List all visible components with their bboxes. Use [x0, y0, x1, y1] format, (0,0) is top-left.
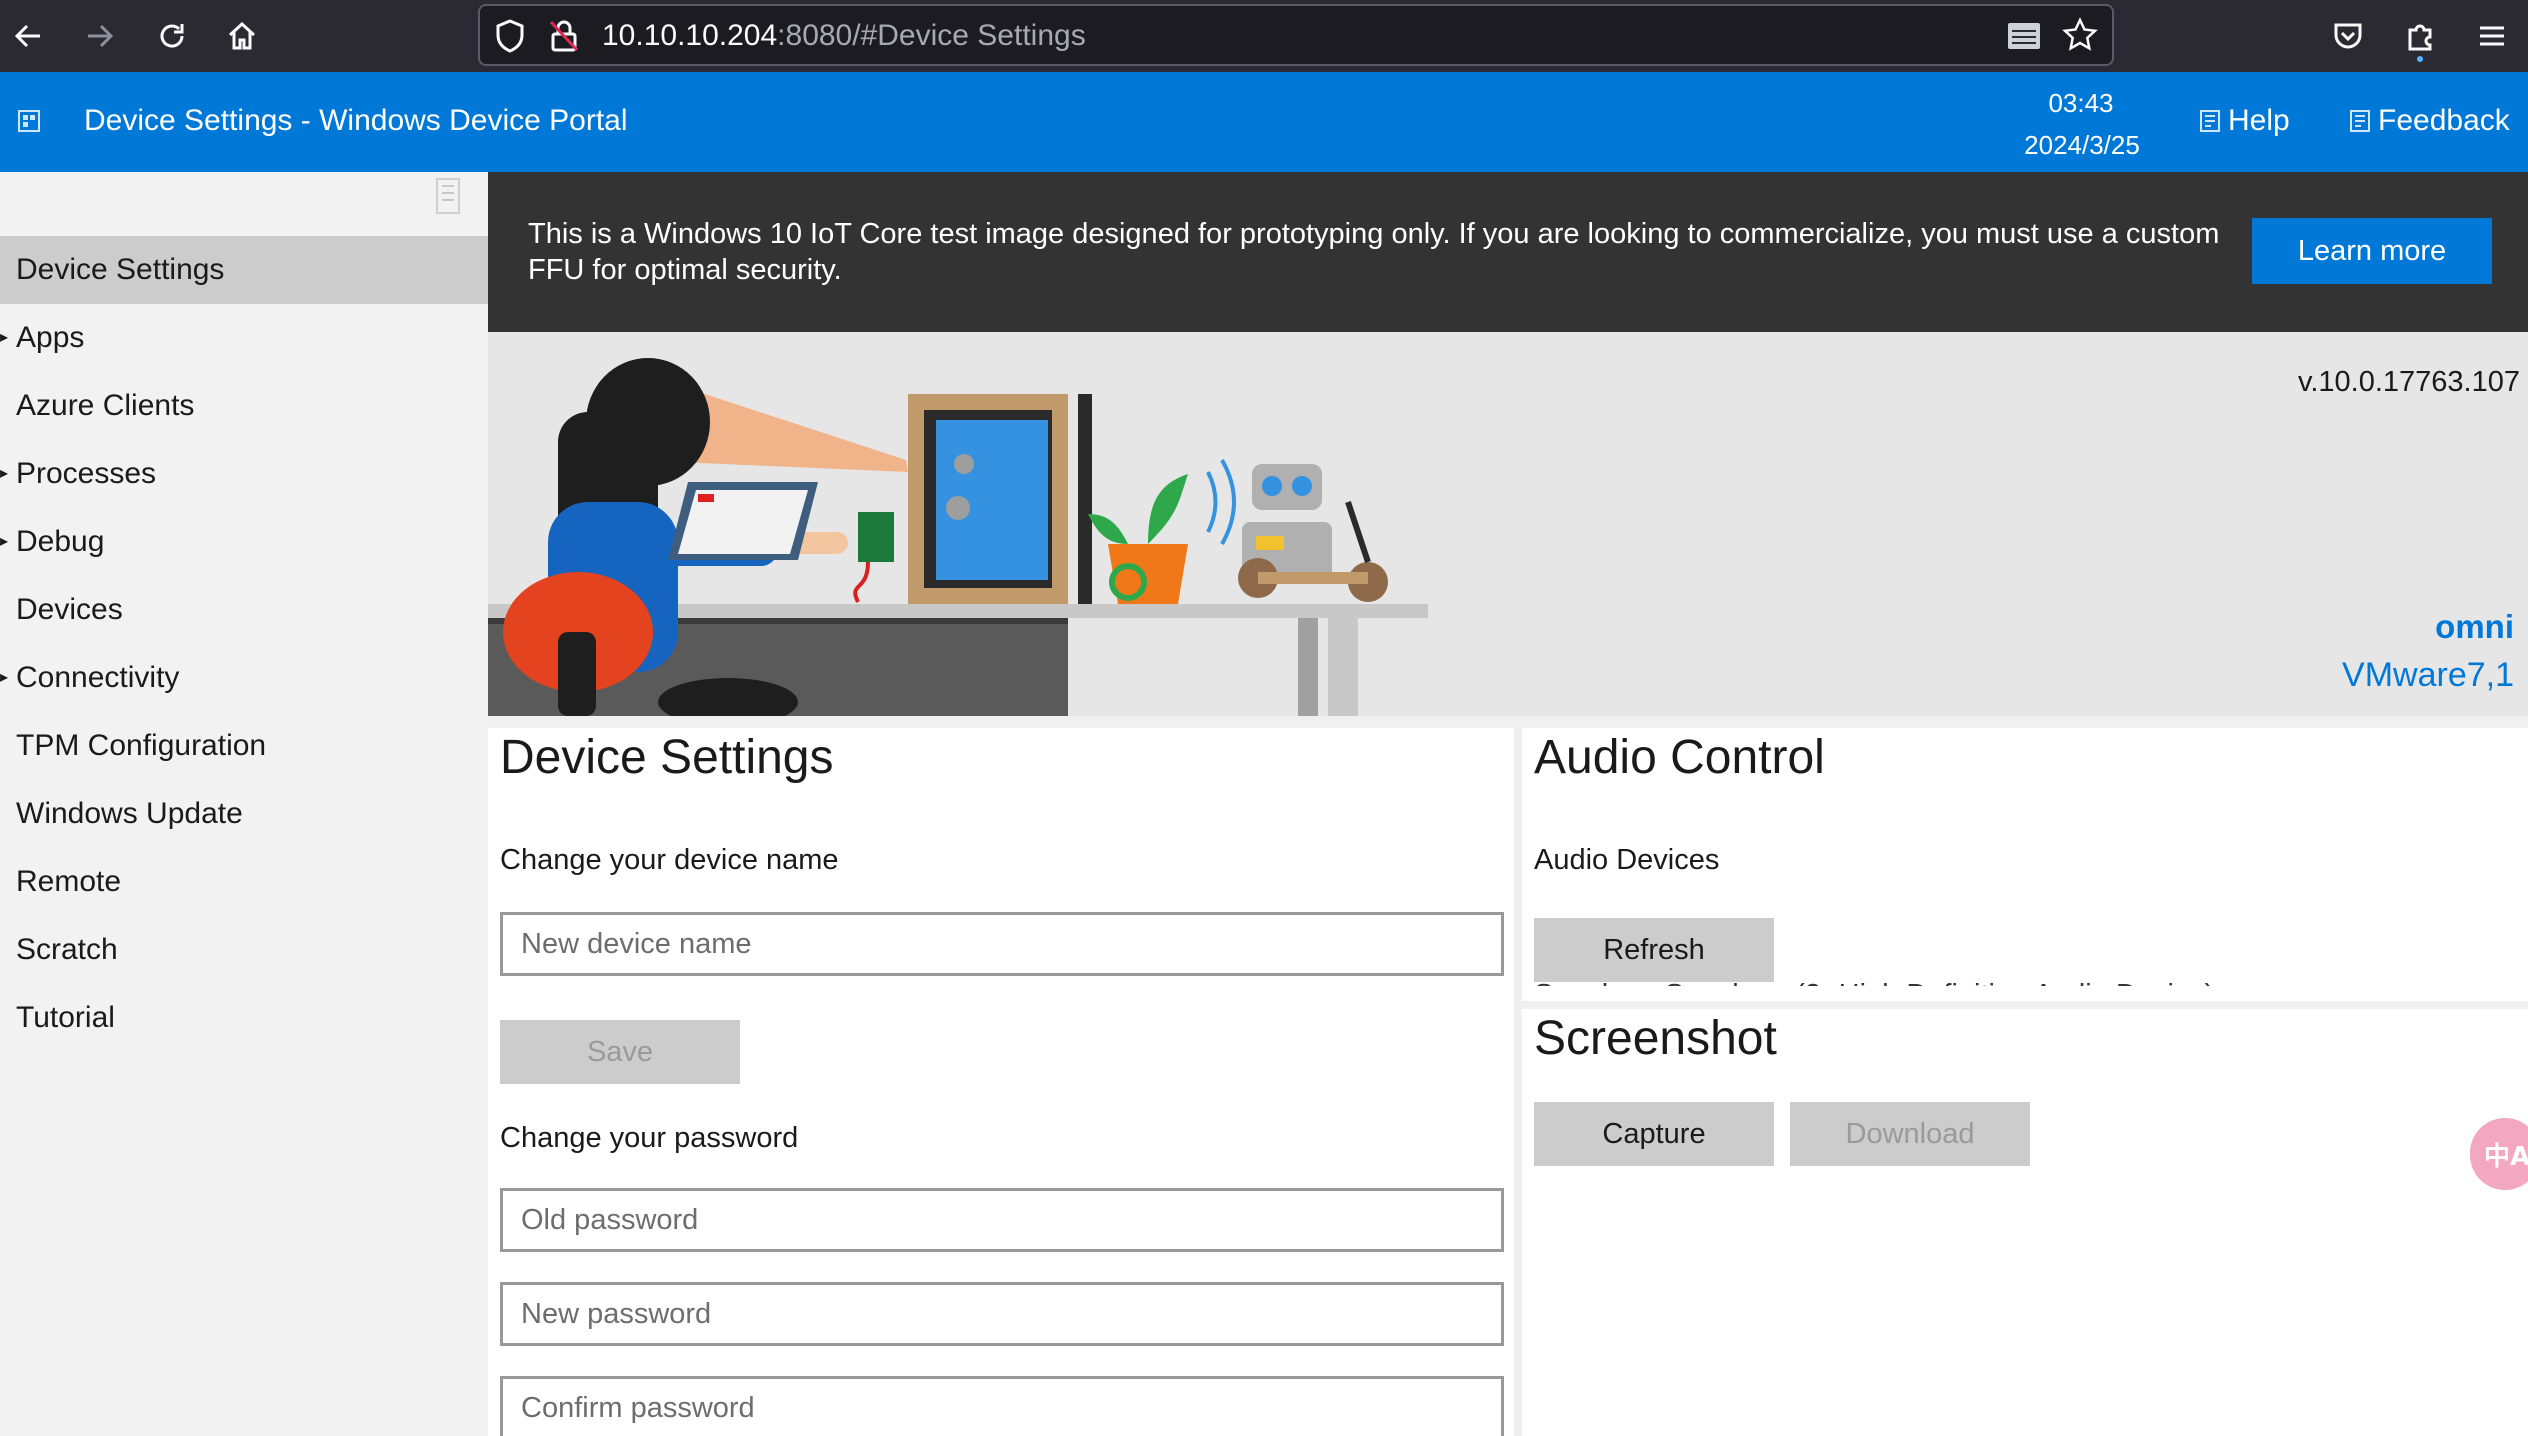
bookmark-star-icon[interactable]	[2062, 17, 2098, 53]
header-time: 03:43	[2048, 88, 2114, 118]
sidebar-item-label: Windows Update	[16, 797, 243, 830]
device-model: VMware7,1	[2342, 656, 2514, 694]
app-logo-icon	[18, 110, 40, 132]
new-password-input[interactable]	[500, 1282, 1504, 1346]
browser-toolbar: 10.10.10.204:8080/#Device Settings	[0, 0, 2528, 72]
sidebar-item-devices[interactable]: Devices	[0, 576, 488, 644]
reload-icon	[160, 24, 184, 48]
menu-button[interactable]	[2470, 14, 2514, 58]
device-name: omni	[2435, 608, 2514, 645]
save-button[interactable]: Save	[500, 1020, 740, 1084]
learn-more-button[interactable]: Learn more	[2252, 218, 2492, 284]
sidebar-item-scratch[interactable]: Scratch	[0, 916, 488, 984]
old-password-input[interactable]	[500, 1188, 1504, 1252]
back-arrow-icon	[14, 24, 40, 48]
reload-button[interactable]	[150, 14, 194, 58]
home-button[interactable]	[220, 14, 264, 58]
device-name-input[interactable]	[500, 912, 1504, 976]
shield-icon[interactable]	[494, 19, 526, 53]
download-button[interactable]: Download	[1790, 1102, 2030, 1166]
feedback-icon	[2350, 110, 2370, 132]
panel-divider	[1522, 1001, 2528, 1009]
feedback-link[interactable]: Feedback	[2350, 104, 2510, 138]
sidebar-item-apps[interactable]: ▸ Apps	[0, 304, 488, 372]
sidebar-item-label: Connectivity	[16, 661, 180, 694]
device-name-label: Change your device name	[500, 844, 839, 876]
sidebar-item-label: Apps	[16, 321, 85, 354]
home-icon	[228, 21, 256, 50]
sidebar-item-label: Debug	[16, 525, 105, 558]
capture-button[interactable]: Capture	[1534, 1102, 1774, 1166]
audio-control-panel: Audio Control Audio Devices Refresh Spea…	[1522, 728, 2528, 1001]
sidebar-collapse-button[interactable]	[436, 178, 460, 214]
sidebar-item-tpm-configuration[interactable]: TPM Configuration	[0, 712, 488, 780]
expand-arrow-icon[interactable]: ▸	[0, 531, 8, 550]
sidebar-item-label: TPM Configuration	[16, 729, 267, 762]
page-title: Device Settings - Windows Device Portal	[84, 104, 628, 137]
sidebar-item-label: Processes	[16, 457, 157, 490]
pocket-button[interactable]	[2326, 14, 2370, 58]
translate-icon: 中A	[2484, 1141, 2528, 1172]
hero-illustration	[488, 358, 1428, 716]
sidebar-item-label: Devices	[16, 593, 123, 626]
device-settings-title: Device Settings	[500, 731, 834, 784]
sidebar-item-label: Remote	[16, 865, 122, 898]
hero-banner: v.10.0.17763.107 omni VMware7,1	[488, 332, 2528, 716]
device-settings-panel: Device Settings Change your device name …	[488, 728, 1514, 1436]
help-link[interactable]: Help	[2200, 104, 2290, 138]
sidebar-item-debug[interactable]: ▸ Debug	[0, 508, 488, 576]
feedback-label: Feedback	[2378, 104, 2510, 137]
sidebar-item-remote[interactable]: Remote	[0, 848, 488, 916]
sidebar-item-azure-clients[interactable]: Azure Clients	[0, 372, 488, 440]
sidebar-item-label: Device Settings	[16, 253, 225, 286]
forward-button[interactable]	[78, 14, 122, 58]
audio-device-entry: Speakers Speakers (2- High Definition Au…	[1534, 974, 2214, 986]
sidebar-item-tutorial[interactable]: Tutorial	[0, 984, 488, 1052]
sidebar-item-connectivity[interactable]: ▸ Connectivity	[0, 644, 488, 712]
puzzle-icon	[2408, 24, 2432, 51]
confirm-password-input[interactable]	[500, 1376, 1504, 1436]
audio-control-title: Audio Control	[1534, 731, 1825, 784]
sidebar-item-label: Tutorial	[16, 1001, 115, 1034]
pocket-icon	[2334, 23, 2362, 49]
notice-banner: This is a Windows 10 IoT Core test image…	[488, 172, 2528, 332]
sidebar-item-label: Azure Clients	[16, 389, 195, 422]
url-text[interactable]: 10.10.10.204:8080/#Device Settings	[602, 19, 1086, 53]
sidebar-item-device-settings[interactable]: Device Settings	[0, 236, 488, 304]
expand-arrow-icon[interactable]: ▸	[0, 667, 8, 686]
password-label: Change your password	[500, 1122, 799, 1154]
header-date: 2024/3/25	[2024, 130, 2140, 160]
back-button[interactable]	[6, 14, 50, 58]
app-header: Device Settings - Windows Device Portal …	[0, 72, 2528, 172]
screenshot-panel: Screenshot Capture Download	[1522, 1009, 2528, 1436]
refresh-button[interactable]: Refresh	[1534, 918, 1774, 982]
sidebar-item-windows-update[interactable]: Windows Update	[0, 780, 488, 848]
reader-view-icon[interactable]	[2006, 19, 2042, 53]
help-icon	[2200, 110, 2220, 132]
extension-indicator-dot	[2417, 56, 2423, 62]
os-version: v.10.0.17763.107	[2298, 366, 2520, 398]
extensions-button[interactable]	[2398, 14, 2442, 58]
forward-arrow-icon	[88, 24, 114, 48]
insecure-lock-icon[interactable]	[548, 19, 580, 53]
hamburger-menu-icon	[2480, 26, 2504, 46]
help-label: Help	[2228, 104, 2290, 137]
expand-arrow-icon[interactable]: ▸	[0, 463, 8, 482]
sidebar-item-processes[interactable]: ▸ Processes	[0, 440, 488, 508]
url-bar[interactable]: 10.10.10.204:8080/#Device Settings	[478, 4, 2114, 66]
expand-arrow-icon[interactable]: ▸	[0, 327, 8, 346]
sidebar-item-label: Scratch	[16, 933, 118, 966]
notice-text: This is a Windows 10 IoT Core test image…	[528, 218, 2220, 286]
screenshot-title: Screenshot	[1534, 1012, 1777, 1065]
audio-devices-label: Audio Devices	[1534, 844, 1720, 876]
